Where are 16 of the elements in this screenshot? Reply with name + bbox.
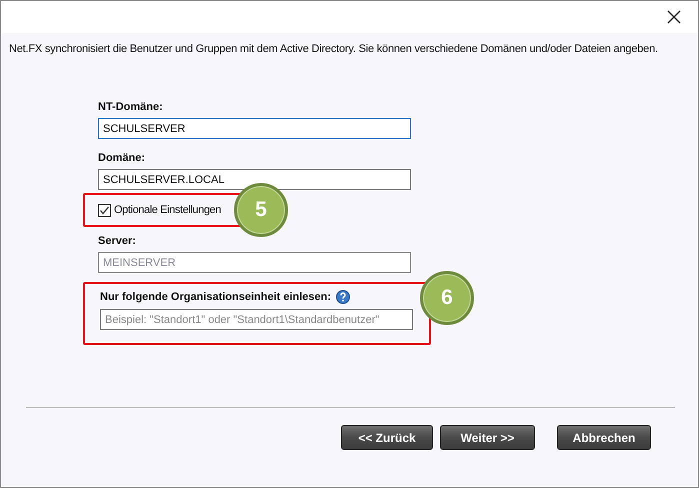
field-label: Nur folgende Organisationseinheit einlesen: (100, 291, 332, 303)
help-icon[interactable] (336, 290, 350, 304)
field-label: Domäne: (98, 152, 146, 164)
callout-badge: 5 (234, 183, 288, 237)
checkbox[interactable] (98, 204, 111, 216)
intro-text: Net.FX synchronisiert die Benutzer und Gruppen mit dem Active Directory. Sie können verschiedene Domänen und/oder Dateien angeben. (9, 43, 659, 55)
field-label: NT-Domäne: (98, 101, 164, 113)
input-field[interactable]: SCHULSERVER.LOCAL (98, 169, 411, 190)
input-field[interactable]: SCHULSERVER (98, 118, 411, 139)
close-icon[interactable] (667, 10, 681, 24)
field-label: Server: (98, 235, 137, 247)
next-button[interactable]: Weiter >> (440, 425, 535, 450)
input-field[interactable]: Beispiel: "Standort1" oder "Standort1\Standardbenutzer" (100, 309, 413, 330)
back-button[interactable]: << Zurück (341, 425, 433, 450)
callout-badge: 6 (420, 271, 474, 325)
cancel-button[interactable]: Abbrechen (557, 425, 651, 450)
